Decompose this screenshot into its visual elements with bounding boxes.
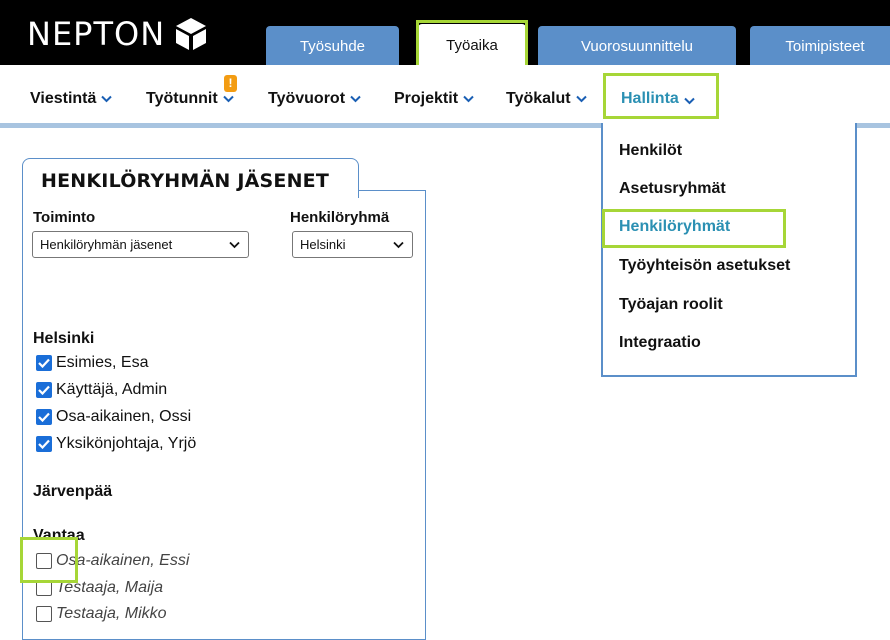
brand-name: NEPTON (27, 15, 166, 53)
chevron-down-icon (222, 95, 234, 103)
member-name: Esimies, Esa (56, 354, 149, 371)
chevron-down-icon (684, 97, 695, 105)
chevron-down-icon (229, 241, 240, 249)
toiminto-label: Toiminto (33, 209, 96, 226)
member-row[interactable]: Testaaja, Maija (36, 579, 163, 597)
checkbox-checked[interactable] (36, 436, 52, 452)
member-name: Testaaja, Maija (56, 579, 164, 596)
checkbox-checked[interactable] (36, 382, 52, 398)
menu-item-henkilot[interactable]: Henkilöt (619, 142, 682, 160)
toiminto-select[interactable]: Henkilöryhmän jäsenet (32, 231, 249, 258)
nepton-cube-icon (176, 18, 207, 50)
nav-label: Työvuorot (268, 90, 346, 107)
member-row[interactable]: Osa-aikainen, Ossi (36, 408, 191, 426)
member-name: Osa-aikainen, Essi (56, 552, 190, 569)
checkbox-unchecked[interactable] (36, 606, 52, 622)
menu-item-asetusryhmat[interactable]: Asetusryhmät (619, 180, 726, 198)
nav-viestinta[interactable]: Viestintä (30, 90, 113, 108)
member-name: Yksikönjohtaja, Yrjö (56, 435, 197, 452)
chevron-down-icon (463, 95, 474, 103)
group-heading-jarvenpaa: Järvenpää (33, 483, 113, 500)
nav-tyotunnit[interactable]: Työtunnit (146, 90, 234, 108)
chevron-down-icon (101, 95, 113, 103)
member-name: Osa-aikainen, Ossi (56, 408, 192, 425)
checkbox-checked[interactable] (36, 409, 52, 425)
member-name: Testaaja, Mikko (56, 605, 167, 622)
member-row[interactable]: Testaaja, Mikko (36, 605, 167, 623)
nav-label: Hallinta (621, 90, 679, 107)
member-name: Käyttäjä, Admin (56, 381, 168, 398)
checkbox-unchecked[interactable] (36, 553, 52, 569)
nav-label: Projektit (394, 90, 459, 107)
tab-vuorosuunnittelu[interactable]: Vuorosuunnittelu (538, 26, 736, 66)
checkbox-unchecked[interactable] (36, 580, 52, 596)
nav-label: Työkalut (506, 90, 571, 107)
chevron-down-icon (393, 241, 404, 249)
henkiloryhma-value: Helsinki (300, 237, 346, 252)
nav-label: Työtunnit (146, 90, 218, 107)
tab-tyoaika[interactable]: Työaika (418, 24, 526, 66)
chevron-down-icon (350, 95, 361, 103)
menu-item-tyoajan-roolit[interactable]: Työajan roolit (619, 296, 723, 314)
nav-projektit[interactable]: Projektit (394, 90, 474, 108)
group-heading-vantaa: Vantaa (33, 527, 85, 544)
menu-item-henkiloryhmat[interactable]: Henkilöryhmät (619, 218, 730, 236)
henkiloryhma-label: Henkilöryhmä (290, 209, 390, 226)
menu-item-integraatio[interactable]: Integraatio (619, 334, 701, 352)
tab-toimipisteet[interactable]: Toimipisteet (750, 26, 890, 66)
brand-logo[interactable]: NEPTON (27, 16, 209, 52)
chevron-down-icon (575, 95, 587, 103)
member-row[interactable]: Esimies, Esa (36, 354, 148, 372)
tab-tyosuhde[interactable]: Työsuhde (266, 26, 399, 66)
nav-hallinta[interactable]: Hallinta (621, 90, 695, 108)
panel-title: HENKILÖRYHMÄN JÄSENET (41, 170, 330, 192)
member-row[interactable]: Käyttäjä, Admin (36, 381, 167, 399)
group-heading-helsinki: Helsinki (33, 330, 95, 347)
nav-tyovuorot[interactable]: Työvuorot (268, 90, 361, 108)
toiminto-value: Henkilöryhmän jäsenet (40, 237, 173, 252)
henkiloryhma-select[interactable]: Helsinki (292, 231, 413, 258)
nav-label: Viestintä (30, 90, 97, 107)
nav-tyokalut[interactable]: Työkalut (506, 90, 587, 108)
checkbox-checked[interactable] (36, 355, 52, 371)
member-row[interactable]: Yksikönjohtaja, Yrjö (36, 435, 196, 453)
notification-badge: ! (224, 75, 237, 92)
menu-item-tyoyhteison-asetukset[interactable]: Työyhteisön asetukset (619, 257, 790, 275)
member-row[interactable]: Osa-aikainen, Essi (36, 552, 189, 570)
